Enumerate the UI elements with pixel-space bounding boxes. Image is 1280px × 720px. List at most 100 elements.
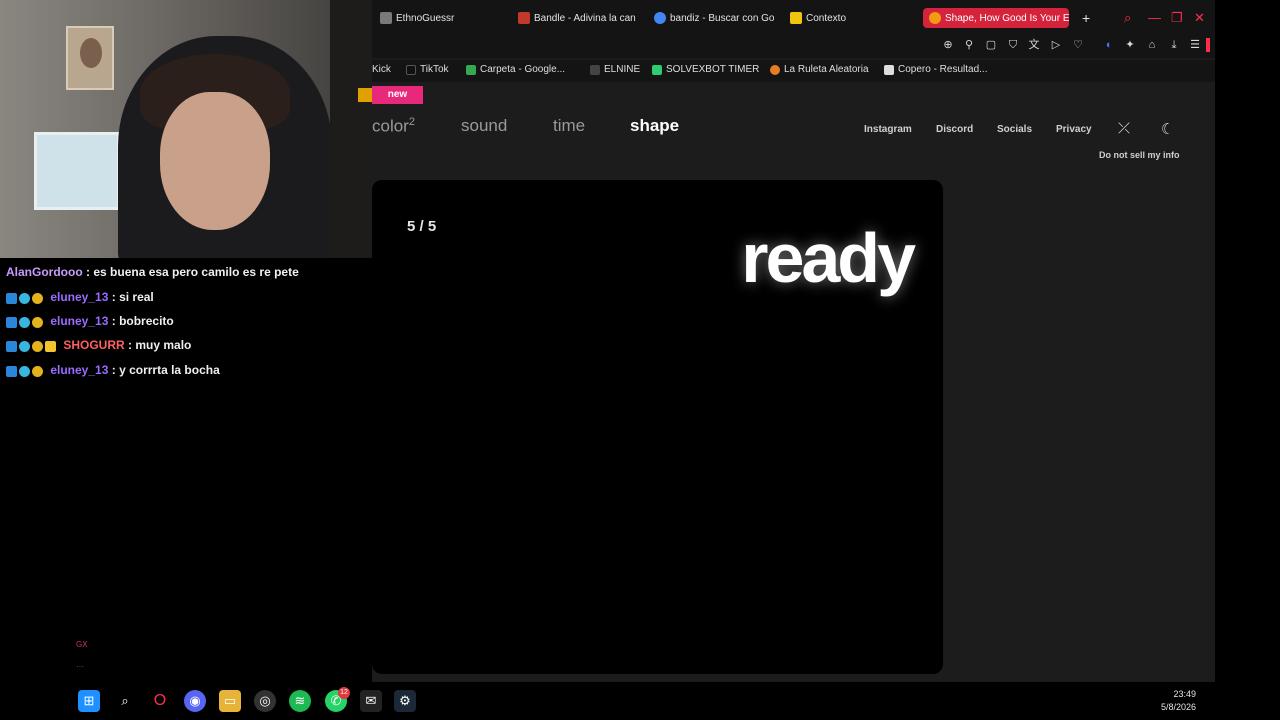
bookmark-copero[interactable]: Copero - Resultad... <box>884 64 988 75</box>
tab-favicon-icon <box>518 12 530 24</box>
chat-message: eluney_13 : y corrrta la bocha <box>6 363 220 378</box>
nav-sound[interactable]: sound <box>461 116 507 136</box>
opera-gx-icon[interactable]: O <box>149 690 171 712</box>
obs-icon[interactable]: ◎ <box>254 690 276 712</box>
webcam-feed <box>0 0 372 258</box>
webcam-shadow <box>330 0 372 258</box>
file-explorer-icon[interactable]: ▭ <box>219 690 241 712</box>
prime-badge-icon <box>6 366 17 378</box>
chat-text: : es buena esa pero camilo es re pete <box>86 265 299 279</box>
nav-time[interactable]: time <box>553 116 585 136</box>
restore-icon[interactable]: ❐ <box>1171 10 1183 26</box>
clock-time: 23:49 <box>1173 689 1196 699</box>
screen: AlanGordooo : es buena esa pero camilo e… <box>0 0 1280 720</box>
play-icon[interactable]: ▷ <box>1049 38 1063 52</box>
tab-ethnoguessr[interactable]: EthnoGuessr <box>374 8 504 28</box>
google-icon <box>654 12 666 24</box>
bookmark-kick[interactable]: Kick <box>372 64 391 75</box>
sub-badge-icon <box>19 366 30 378</box>
extensions-icon[interactable]: ✦ <box>1123 38 1137 52</box>
copero-icon <box>884 64 894 75</box>
bookmark-label: La Ruleta Aleatoria <box>784 64 869 75</box>
pin-icon[interactable]: ⚲ <box>962 38 976 52</box>
ready-status: ready <box>741 219 916 297</box>
bookmark-carpeta[interactable]: Carpeta - Google... <box>466 64 565 75</box>
snapshot-icon[interactable]: ▢ <box>984 38 998 52</box>
chat-text: : si real <box>111 290 154 304</box>
chat-badges <box>6 364 45 378</box>
prime-badge-icon <box>6 341 17 353</box>
right-black-strip <box>1215 0 1280 682</box>
do-not-sell-link[interactable]: Do not sell my info <box>1099 150 1180 160</box>
chat-badges <box>6 291 45 305</box>
bookmark-ruleta[interactable]: La Ruleta Aleatoria <box>770 64 869 75</box>
zoom-icon[interactable]: ⊕ <box>941 38 955 52</box>
audio-icon[interactable]: ◖ <box>1101 38 1115 52</box>
opera-gx-mark: GX <box>76 640 88 649</box>
minimize-icon[interactable]: — <box>1148 10 1161 25</box>
nav-color-sup: 2 <box>408 116 415 128</box>
chat-badges <box>6 315 45 329</box>
address-toolbar: ⊕ ⚲ ▢ ⛉ 文 ▷ ♡ ◖ ✦ ⌂ ⤓ ☰ <box>372 34 1215 58</box>
socials-link[interactable]: Socials <box>997 124 1032 135</box>
tab-contexto[interactable]: Contexto <box>784 8 914 28</box>
more-dots-icon[interactable]: ··· <box>76 662 84 671</box>
privacy-link[interactable]: Privacy <box>1056 124 1092 135</box>
shield-icon[interactable]: ⛉ <box>1006 38 1020 52</box>
sub-badge-icon <box>19 341 30 353</box>
steam-icon[interactable]: ⚙ <box>394 690 416 712</box>
stream-chat: AlanGordooo : es buena esa pero camilo e… <box>0 258 372 682</box>
search-icon[interactable]: ⌕ <box>114 690 136 712</box>
heart-icon[interactable]: ♡ <box>1071 38 1085 52</box>
tab-shape-active[interactable]: Shape, How Good Is Your E <box>923 8 1069 28</box>
wall-poster <box>66 26 114 90</box>
discord-link[interactable]: Discord <box>936 124 973 135</box>
bookmark-label: Carpeta - Google... <box>480 64 566 75</box>
sub-badge-icon <box>19 293 30 305</box>
new-badge: new <box>372 86 423 104</box>
web-page: new color2 sound time shape Instagram Di… <box>372 82 1215 682</box>
search-icon[interactable]: ⌕ <box>1124 10 1131 26</box>
bookmark-tiktok[interactable]: TikTok <box>406 64 449 75</box>
chat-message: eluney_13 : bobrecito <box>6 314 174 329</box>
tab-label: Shape, How Good Is Your E <box>945 12 1069 24</box>
plus-icon: + <box>1082 10 1091 26</box>
chat-message: eluney_13 : si real <box>6 290 154 305</box>
tab-bandle[interactable]: Bandle - Adivina la can <box>512 8 640 28</box>
nav-color[interactable]: color2 <box>372 116 415 137</box>
download-icon[interactable]: ⤓ <box>1167 38 1181 52</box>
sub-badge-icon <box>19 317 30 329</box>
whatsapp-unread-badge: 12 <box>338 687 350 699</box>
mute-sound-icon[interactable]: ⤫ <box>1118 120 1130 137</box>
discord-icon[interactable]: ◉ <box>184 690 206 712</box>
bookmarks-bar: Kick TikTok Carpeta - Google... ELNINE S… <box>372 60 1215 82</box>
chat-username: eluney_13 <box>50 314 109 328</box>
bookmark-elnine[interactable]: ELNINE <box>590 64 640 75</box>
menu-icon[interactable]: ☰ <box>1188 38 1202 52</box>
streamer-face <box>160 92 270 230</box>
translate-icon[interactable]: 文 <box>1027 38 1041 52</box>
mail-icon[interactable]: ✉ <box>360 690 382 712</box>
bookmark-label: TikTok <box>420 64 449 75</box>
windows-start-icon[interactable]: ⊞ <box>78 690 100 712</box>
chat-badges <box>6 339 58 353</box>
game-card[interactable]: 5 / 5 ready <box>372 180 943 674</box>
bits-badge-icon <box>32 366 43 378</box>
chat-text: : y corrrta la bocha <box>111 363 220 377</box>
chat-username: eluney_13 <box>50 290 109 304</box>
instagram-link[interactable]: Instagram <box>864 124 912 135</box>
bookmark-solvexbot[interactable]: SOLVEXBOT TIMER <box>652 64 759 75</box>
browser-sidebar-stub: GX ··· <box>62 640 98 682</box>
new-tab-button[interactable]: + <box>1076 8 1098 28</box>
spotify-icon[interactable]: ≋ <box>289 690 311 712</box>
nav-shape[interactable]: shape <box>630 116 679 136</box>
ruleta-icon <box>770 64 780 75</box>
tab-google-search[interactable]: bandiz - Buscar con Go <box>648 8 778 28</box>
system-clock[interactable]: 23:49 5/8/2026 <box>1161 688 1196 714</box>
close-icon[interactable]: ✕ <box>1194 10 1205 26</box>
moon-icon[interactable]: ☾ <box>1161 120 1174 138</box>
tab-bar: EthnoGuessr Bandle - Adivina la can band… <box>372 0 1215 34</box>
bookmark-label: Kick <box>372 64 391 75</box>
wallet-icon[interactable]: ⌂ <box>1145 38 1159 52</box>
chat-username: eluney_13 <box>50 363 109 377</box>
